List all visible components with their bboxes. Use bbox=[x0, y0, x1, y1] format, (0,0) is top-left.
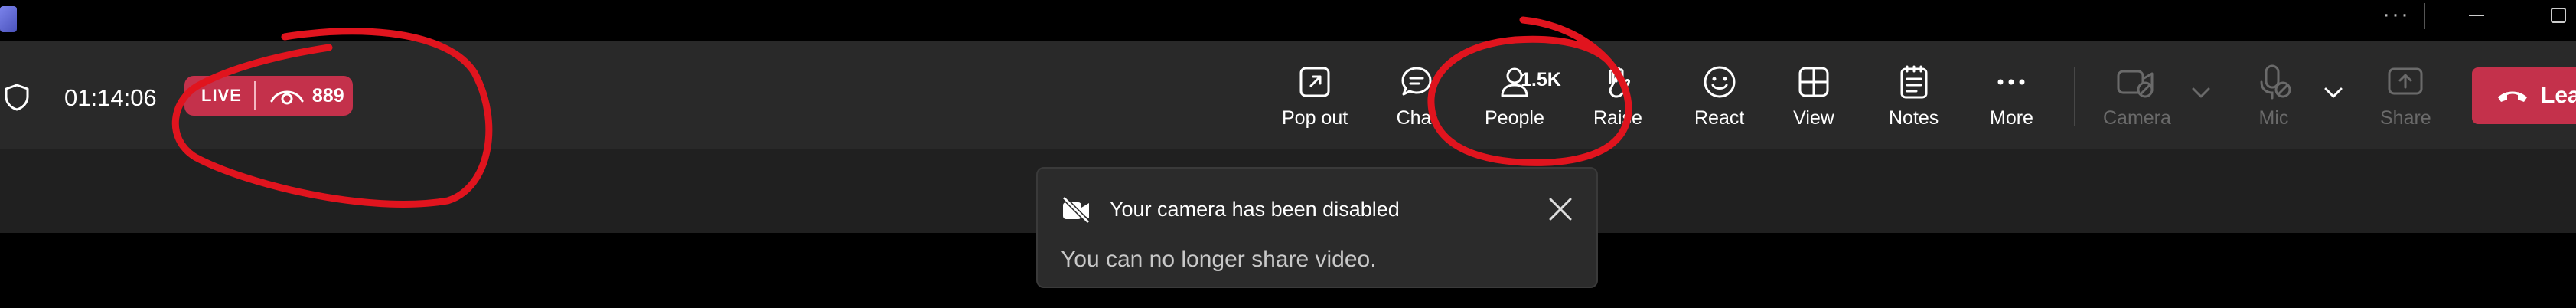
chat-button[interactable]: Chat bbox=[1396, 61, 1437, 141]
view-button[interactable]: View bbox=[1793, 61, 1834, 141]
more-label: More bbox=[1990, 107, 2033, 129]
restore-icon[interactable] bbox=[2551, 8, 2566, 23]
share-button[interactable]: Share bbox=[2380, 61, 2431, 141]
view-icon bbox=[1798, 67, 1829, 97]
phone-icon bbox=[2498, 91, 2527, 102]
close-icon[interactable] bbox=[1547, 196, 1573, 222]
chat-label: Chat bbox=[1396, 107, 1437, 129]
react-button[interactable]: React bbox=[1694, 61, 1744, 141]
people-label: People bbox=[1485, 107, 1544, 129]
share-label: Share bbox=[2380, 107, 2431, 129]
share-icon bbox=[2388, 67, 2423, 95]
mic-off-icon bbox=[2260, 64, 2291, 100]
notes-label: Notes bbox=[1889, 107, 1939, 129]
chevron-down-icon[interactable] bbox=[2323, 86, 2343, 100]
window-more-icon[interactable]: ··· bbox=[2382, 2, 2410, 28]
chevron-down-icon[interactable] bbox=[2191, 86, 2211, 100]
title-divider bbox=[2424, 3, 2425, 29]
viewer-count: 889 bbox=[311, 84, 344, 106]
popout-icon bbox=[1299, 67, 1330, 97]
camera-label: Camera bbox=[2103, 107, 2171, 129]
leave-label: Lea bbox=[2541, 83, 2576, 108]
raise-hand-icon bbox=[1609, 66, 1630, 98]
popout-label: Pop out bbox=[1282, 107, 1348, 129]
minimize-icon[interactable] bbox=[2469, 15, 2484, 16]
live-badge[interactable]: LIVE 889 bbox=[184, 76, 353, 116]
chat-icon bbox=[1401, 67, 1432, 96]
eye-icon bbox=[270, 90, 304, 105]
shield-icon[interactable] bbox=[3, 83, 31, 112]
meeting-timer: 01:14:06 bbox=[64, 84, 157, 111]
react-label: React bbox=[1694, 107, 1745, 129]
notes-icon bbox=[1900, 65, 1928, 99]
teams-logo-icon bbox=[0, 6, 17, 32]
view-label: View bbox=[1793, 107, 1834, 129]
mic-label: Mic bbox=[2258, 107, 2289, 129]
toast-message: You can no longer share video. bbox=[1061, 247, 1377, 272]
camera-disabled-toast: Your camera has been disabled You can no… bbox=[1036, 167, 1598, 288]
notes-button[interactable]: Notes bbox=[1889, 61, 1939, 141]
people-count: 1.5K bbox=[1521, 69, 1561, 90]
camera-off-icon bbox=[2117, 70, 2154, 98]
popout-button[interactable]: Pop out bbox=[1282, 61, 1348, 141]
raise-hand-button[interactable]: Raise bbox=[1593, 61, 1642, 141]
leave-button[interactable]: Lea bbox=[2472, 67, 2576, 124]
live-label: LIVE bbox=[201, 86, 242, 105]
camera-button[interactable]: Camera bbox=[2103, 61, 2171, 141]
mic-button[interactable]: Mic bbox=[2253, 61, 2294, 141]
raise-label: Raise bbox=[1593, 107, 1642, 129]
live-divider bbox=[253, 81, 256, 110]
title-bar: ··· bbox=[0, 0, 2576, 41]
toolbar-divider bbox=[2074, 67, 2075, 126]
toast-title: Your camera has been disabled bbox=[1110, 198, 1400, 221]
more-button[interactable]: More bbox=[1990, 61, 2033, 141]
window-title-redacted bbox=[17, 0, 531, 32]
video-off-icon bbox=[1061, 195, 1091, 224]
react-icon bbox=[1704, 66, 1736, 98]
more-icon bbox=[1997, 79, 2025, 85]
